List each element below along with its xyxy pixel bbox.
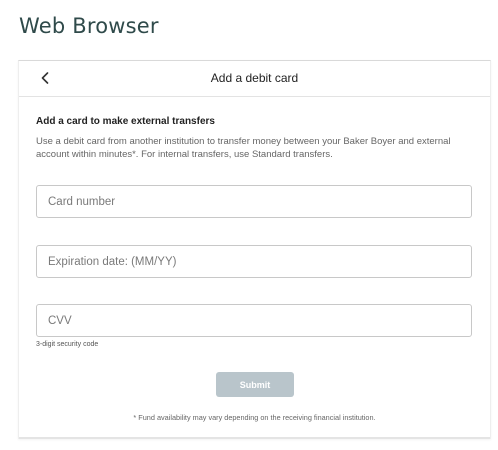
card-number-input[interactable] xyxy=(37,186,471,217)
fund-availability-footnote: * Fund availability may vary depending o… xyxy=(133,413,376,422)
app-title: Web Browser xyxy=(19,14,159,38)
card-number-field[interactable] xyxy=(36,185,472,218)
panel-header: Add a debit card xyxy=(19,61,490,97)
section-heading: Add a card to make external transfers xyxy=(36,116,215,127)
cvv-field[interactable] xyxy=(36,304,472,337)
panel-bottom-divider xyxy=(19,437,490,439)
add-debit-card-panel: Add a debit card Add a card to make exte… xyxy=(18,60,491,439)
page-title: Add a debit card xyxy=(210,71,299,85)
submit-button[interactable]: Submit xyxy=(216,372,294,397)
cvv-helper-text: 3-digit security code xyxy=(36,341,99,348)
cvv-input[interactable] xyxy=(37,305,471,336)
expiration-date-field[interactable] xyxy=(36,245,472,278)
intro-description: Use a debit card from another institutio… xyxy=(36,136,451,160)
expiration-date-input[interactable] xyxy=(37,246,471,277)
